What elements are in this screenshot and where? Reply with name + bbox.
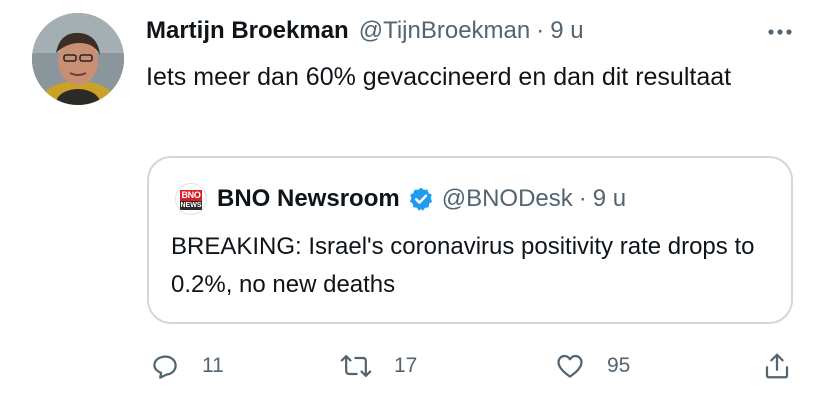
- quoted-tweet-text: BREAKING: Israel's coronavirus positivit…: [171, 233, 755, 298]
- tweet-text: Iets meer dan 60% gevaccineerd en dan di…: [146, 63, 732, 91]
- heart-icon: [557, 354, 583, 378]
- reply-button[interactable]: 11: [150, 346, 224, 386]
- logo-text-top: BNO: [180, 190, 202, 201]
- quoted-author-name[interactable]: BNO Newsroom: [217, 185, 400, 213]
- header-separator: ·: [536, 17, 545, 44]
- tweet-actions: 11 17 95: [0, 346, 828, 386]
- tweet-header: Martijn Broekman @TijnBroekman · 9 u: [146, 14, 584, 48]
- share-button[interactable]: [762, 346, 792, 386]
- verified-badge-icon: [409, 187, 432, 211]
- logo-text-bottom: NEWS: [180, 201, 202, 210]
- share-icon: [765, 353, 789, 379]
- tweet-timestamp[interactable]: 9 u: [550, 17, 583, 45]
- avatar-photo: [32, 13, 124, 105]
- quoted-header-separator: ·: [578, 185, 587, 212]
- tweet[interactable]: Martijn Broekman @TijnBroekman · 9 u Iet…: [0, 0, 828, 400]
- more-options-button[interactable]: [764, 20, 796, 44]
- like-count: 95: [607, 354, 631, 377]
- retweet-count: 17: [394, 354, 418, 377]
- author-handle[interactable]: @TijnBroekman: [359, 17, 531, 45]
- more-horizontal-icon: [768, 29, 792, 35]
- quoted-tweet[interactable]: BNO NEWS BNO Newsroom @BNODesk · 9 u BRE…: [147, 156, 793, 324]
- quoted-tweet-header: BNO NEWS BNO Newsroom @BNODesk · 9 u: [175, 182, 626, 216]
- author-name[interactable]: Martijn Broekman: [146, 17, 349, 45]
- like-button[interactable]: 95: [555, 346, 630, 386]
- retweet-icon: [340, 355, 372, 377]
- quoted-timestamp[interactable]: 9 u: [593, 185, 626, 213]
- author-avatar[interactable]: [32, 13, 124, 105]
- reply-count: 11: [202, 354, 224, 377]
- quoted-author-handle[interactable]: @BNODesk: [442, 185, 573, 213]
- retweet-button[interactable]: 17: [340, 346, 417, 386]
- quoted-author-avatar[interactable]: BNO NEWS: [175, 183, 207, 215]
- reply-icon: [153, 355, 177, 379]
